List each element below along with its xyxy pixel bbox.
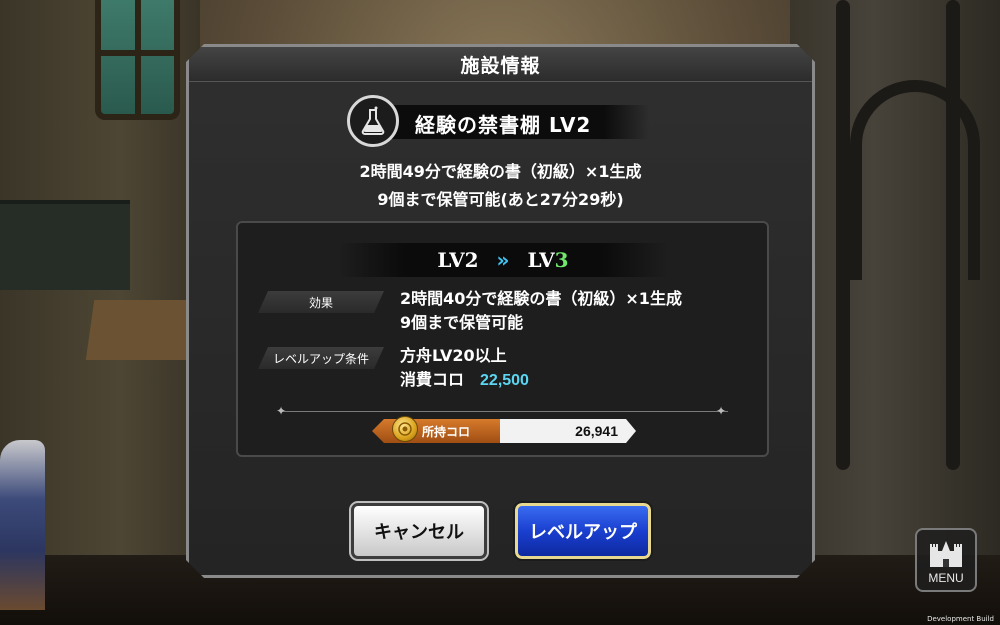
owned-coins-bar: 所持コロ 26,941	[372, 419, 636, 443]
gate-arch	[850, 80, 980, 280]
effect-line: 9個まで保管可能	[400, 313, 524, 332]
level-to-number: 3	[554, 248, 569, 272]
level-from: LV2	[437, 248, 479, 272]
gate-bar	[836, 0, 850, 470]
sparkle-icon: ✦	[716, 404, 727, 418]
condition-text: 方舟LV20以上 消費コロ 22,500	[400, 344, 529, 393]
facility-info-dialog: 施設情報 経験の禁書棚 LV2 2時間49分で経験の書（初級）×1生成 9個まで…	[186, 44, 815, 578]
cost-line: 消費コロ 22,500	[400, 368, 529, 393]
production-description: 2時間49分で経験の書（初級）×1生成	[359, 162, 642, 181]
storage-description: 9個まで保管可能(あと27分29秒)	[377, 190, 624, 209]
divider	[282, 411, 728, 412]
coin-icon	[392, 416, 418, 442]
level-up-button[interactable]: レベルアップ	[515, 503, 651, 559]
condition-line: 方舟LV20以上	[400, 346, 507, 365]
facility-name: 経験の禁書棚 LV2	[415, 113, 592, 137]
shelf	[0, 200, 130, 290]
upgrade-panel: LV2 » LV3 効果 2時間40分で経験の書（初級）×1生成 9個まで保管可…	[236, 221, 769, 457]
cost-value: 22,500	[480, 372, 529, 389]
level-banner: LV2 » LV3	[338, 243, 668, 277]
menu-label: MENU	[928, 571, 964, 585]
level-to-prefix: LV	[527, 248, 555, 272]
flask-icon	[347, 95, 399, 147]
cost-label: 消費コロ	[400, 370, 465, 389]
castle-icon	[930, 541, 962, 567]
window	[95, 0, 180, 120]
level-arrow-icon: »	[496, 248, 510, 272]
effect-line: 2時間40分で経験の書（初級）×1生成	[400, 289, 682, 308]
cancel-button[interactable]: キャンセル	[351, 503, 487, 559]
dialog-title: 施設情報	[460, 54, 541, 77]
dev-build-label: Development Build	[927, 615, 994, 623]
menu-button[interactable]: MENU	[915, 528, 977, 592]
effect-text: 2時間40分で経験の書（初級）×1生成 9個まで保管可能	[400, 287, 682, 335]
level-to: LV3	[527, 248, 568, 272]
player-character	[0, 440, 45, 610]
condition-label: レベルアップ条件	[258, 347, 384, 369]
sparkle-icon: ✦	[276, 404, 287, 418]
effect-label: 効果	[258, 291, 384, 313]
owned-coins-value: 26,941	[500, 419, 636, 443]
dialog-title-bar: 施設情報	[189, 47, 812, 82]
